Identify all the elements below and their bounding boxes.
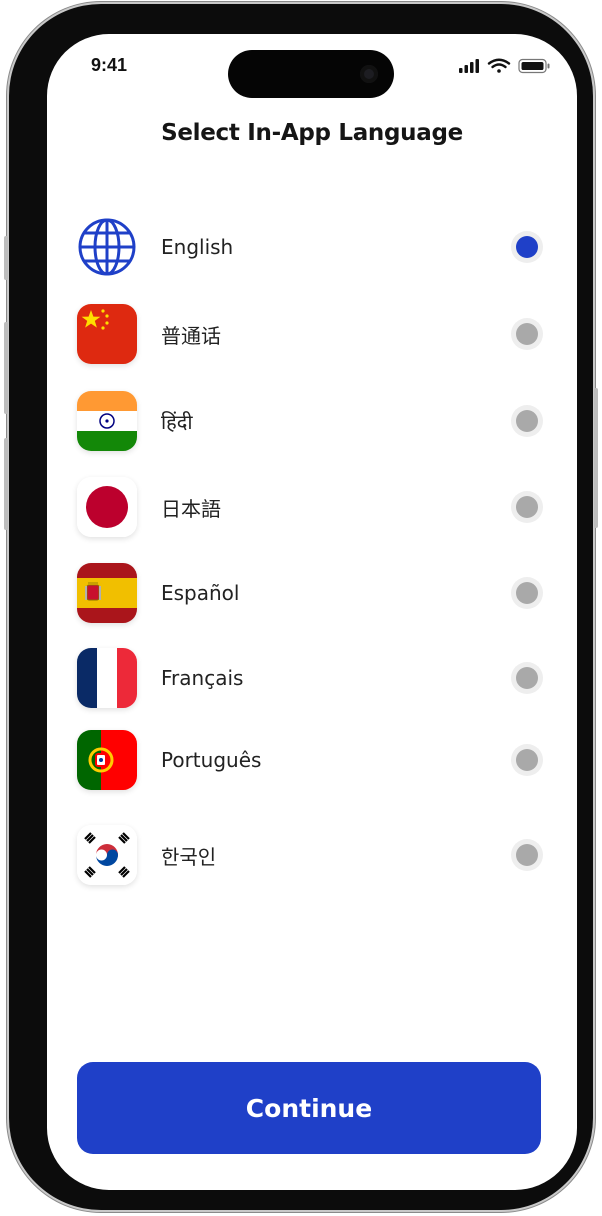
radio-button[interactable]	[511, 405, 543, 437]
language-option-english[interactable]: English	[77, 215, 543, 279]
spain-flag-icon	[77, 563, 137, 623]
language-option-french[interactable]: Français	[77, 646, 543, 710]
language-option-mandarin[interactable]: 普通话	[77, 302, 543, 366]
language-option-korean[interactable]: 한국인	[77, 823, 543, 887]
cellular-signal-icon	[459, 59, 479, 73]
status-icons	[459, 58, 555, 74]
language-label: 日本語	[161, 496, 221, 521]
language-option-japanese[interactable]: 日本語	[77, 475, 543, 539]
phone-frame: 9:41 Select In-App Language English 普通话 …	[4, 4, 598, 1210]
camera-lens-icon	[360, 65, 378, 83]
status-time: 9:41	[91, 55, 128, 75]
page-title: Select In-App Language	[161, 120, 463, 146]
portugal-flag-icon	[77, 730, 137, 790]
language-option-hindi[interactable]: हिंदी	[77, 389, 543, 453]
radio-button[interactable]	[511, 744, 543, 776]
action-button	[4, 236, 8, 280]
radio-button[interactable]	[511, 839, 543, 871]
language-option-portuguese[interactable]: Português	[77, 728, 543, 792]
dynamic-island	[228, 50, 394, 98]
language-option-spanish[interactable]: Español	[77, 561, 543, 625]
language-label: Português	[161, 748, 262, 772]
india-flag-icon	[77, 391, 137, 451]
france-flag-icon	[77, 648, 137, 708]
power-button	[594, 388, 598, 528]
radio-button-selected[interactable]	[511, 231, 543, 263]
radio-button[interactable]	[511, 318, 543, 350]
language-label: 普通话	[161, 323, 221, 348]
language-label: Français	[161, 666, 244, 690]
language-label: English	[161, 235, 234, 259]
battery-icon	[518, 58, 550, 74]
radio-button[interactable]	[511, 662, 543, 694]
south-korea-flag-icon	[77, 825, 137, 885]
continue-button[interactable]: Continue	[77, 1062, 541, 1154]
china-flag-icon	[77, 304, 137, 364]
language-label: हिंदी	[161, 409, 193, 434]
wifi-icon	[487, 58, 511, 73]
volume-down-button	[4, 438, 8, 530]
app-screen: 9:41 Select In-App Language English 普通话 …	[47, 34, 577, 1190]
volume-up-button	[4, 322, 8, 414]
japan-flag-icon	[77, 477, 137, 537]
radio-button[interactable]	[511, 491, 543, 523]
radio-button[interactable]	[511, 577, 543, 609]
globe-icon	[77, 217, 137, 277]
language-label: 한국인	[161, 844, 217, 869]
language-label: Español	[161, 581, 240, 605]
